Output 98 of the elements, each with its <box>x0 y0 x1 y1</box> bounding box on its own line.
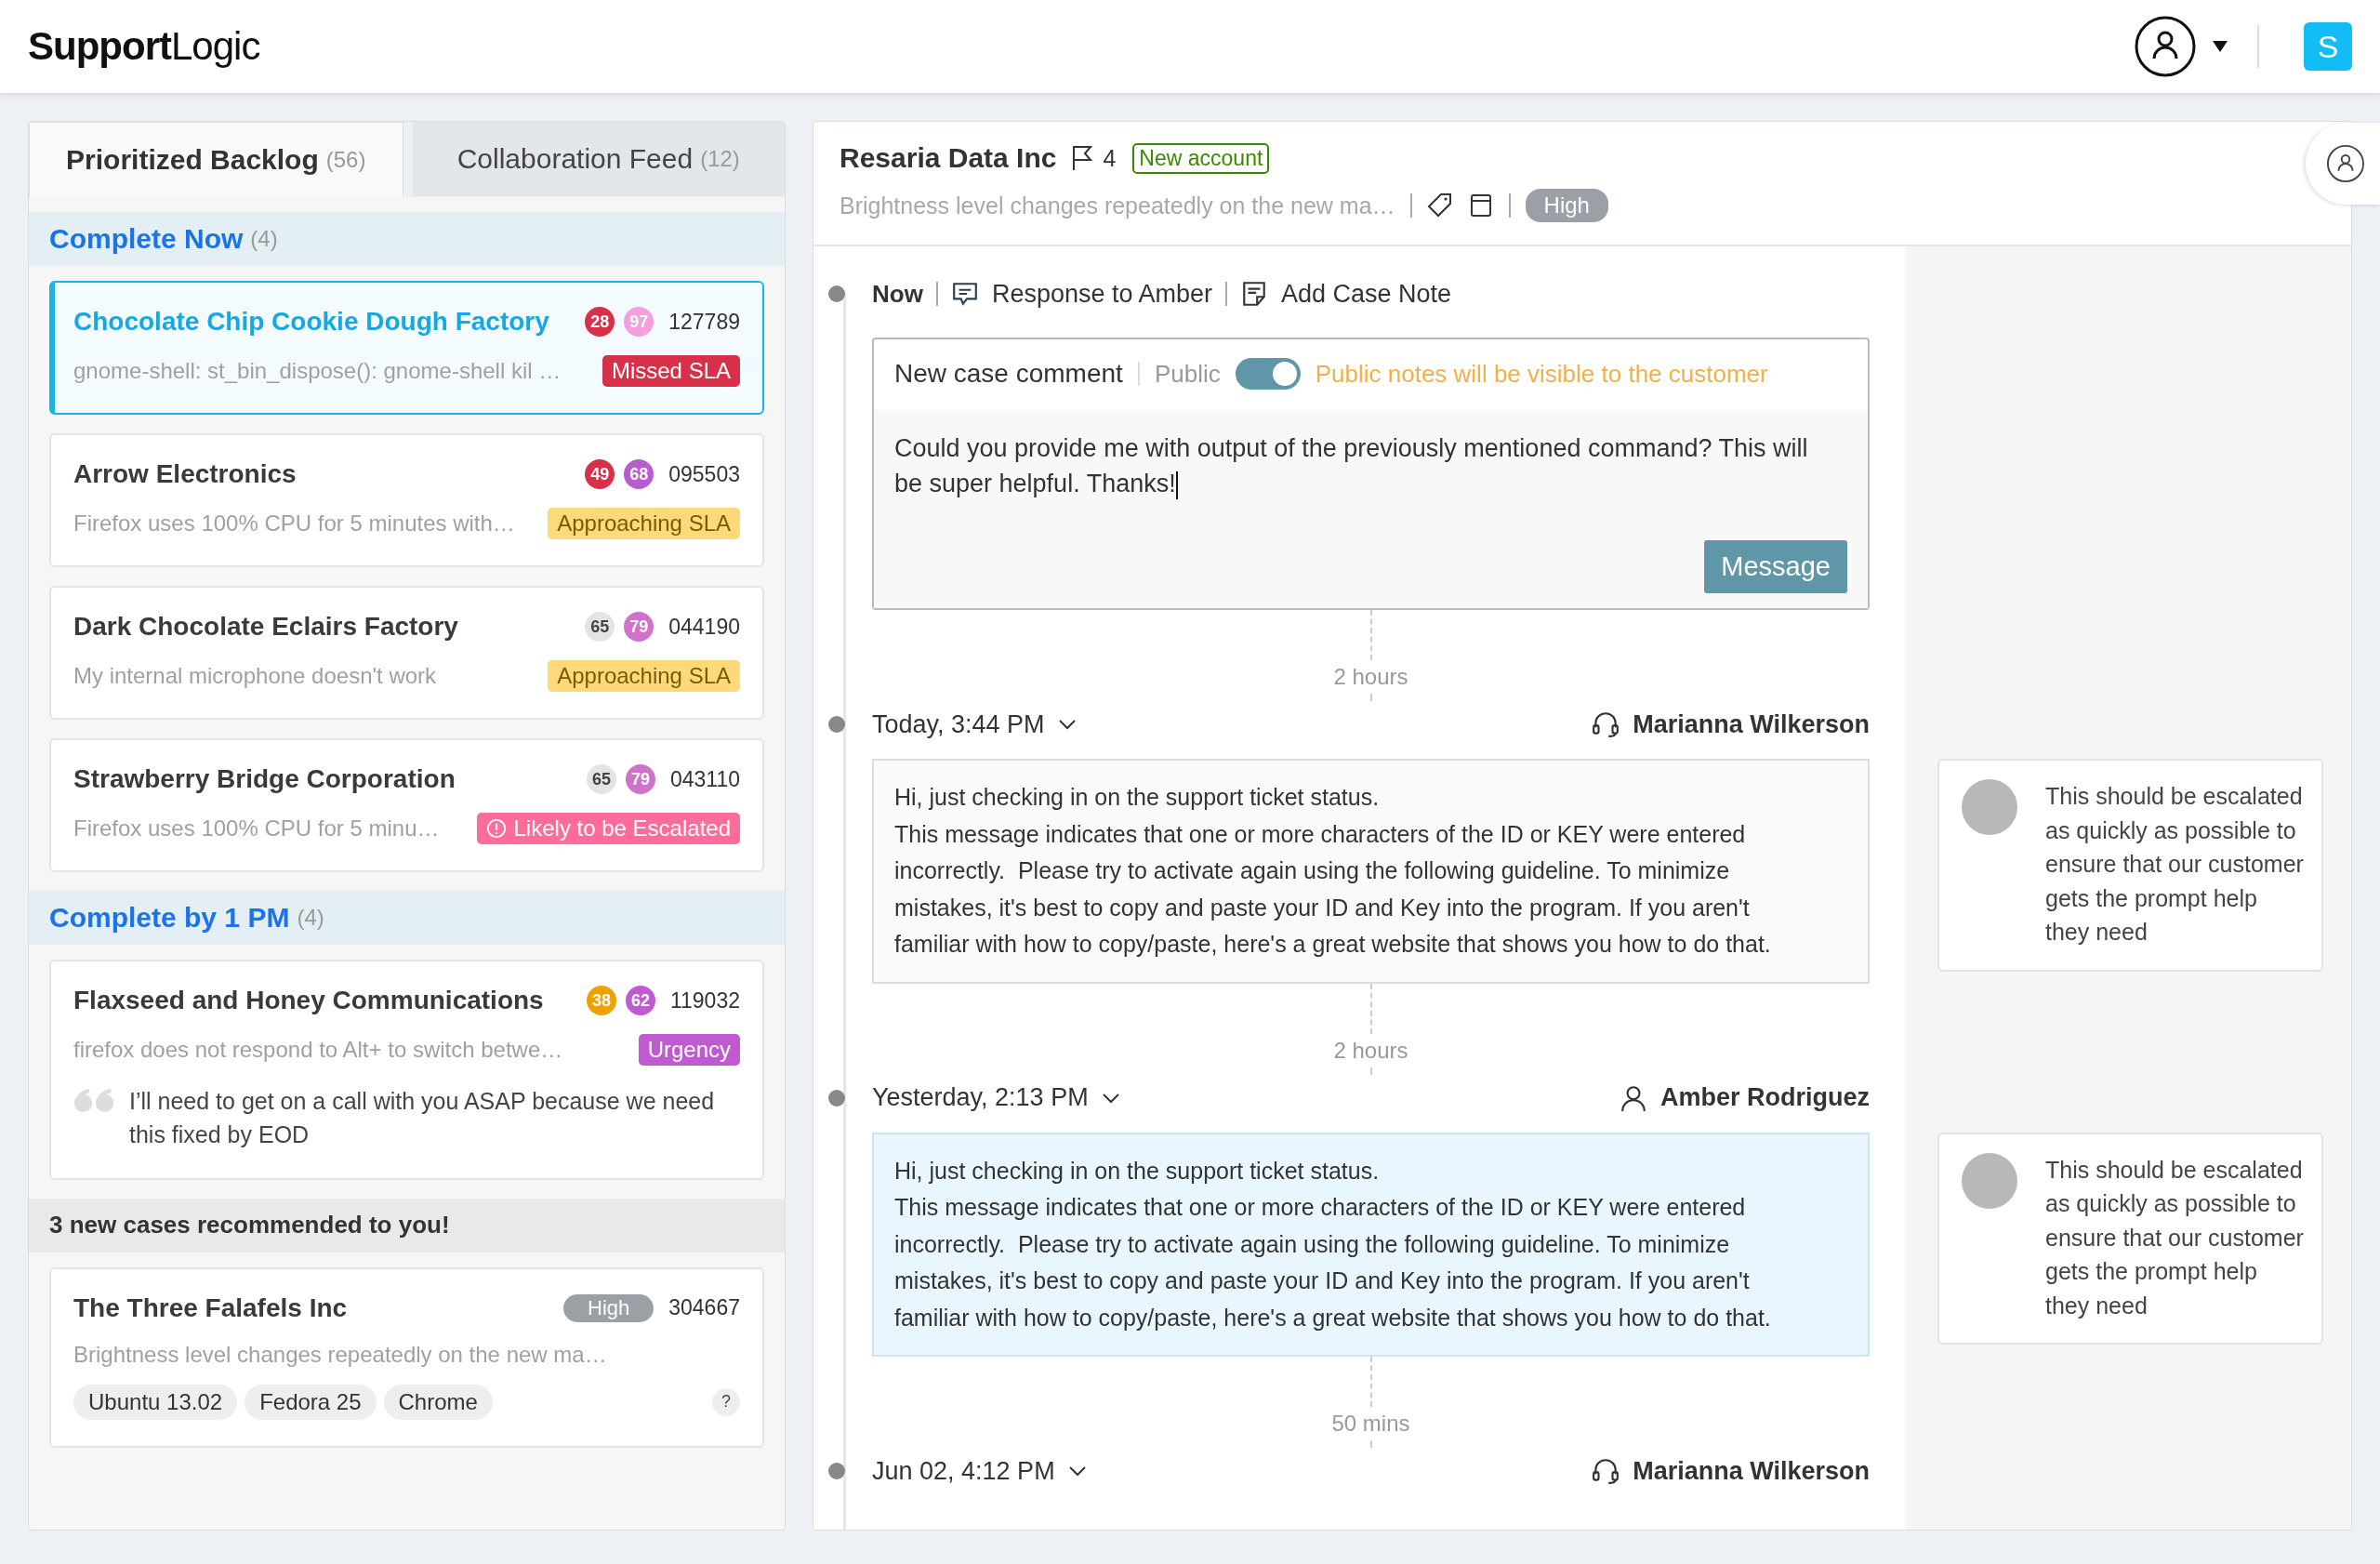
status-tag: Urgency <box>638 1034 740 1066</box>
tab[interactable]: Collaboration Feed (12) <box>412 122 785 196</box>
case-summary: Firefox uses 100% CPU for 5 minutes with… <box>73 510 515 537</box>
score-badge: 62 <box>625 986 655 1015</box>
case-title: Arrow Electronics <box>73 459 297 489</box>
case-summary: Brightness level changes repeatedly on the new ma… <box>73 1341 607 1368</box>
timeline-dot <box>828 285 845 302</box>
logo: SupportLogic <box>28 24 260 69</box>
elapsed-time: 2 hours <box>1333 1037 1408 1064</box>
message-text: This message indicates that one or more characters of the ID or KEY were entered incorrectly. Please try to activate again using the following guideline. To minimize mistakes, it's best to copy and paste your ID and Key into the program. If you aren't familiar with how to copy/paste, here's a great website that shows you how to do that. <box>894 1193 1772 1332</box>
case-number: 095503 <box>668 461 740 487</box>
timeline-dot <box>828 1463 845 1479</box>
message-text: Hi, just checking in on the support ticket status. <box>894 1156 1381 1186</box>
account-badge: New account <box>1132 142 1270 174</box>
case-card[interactable]: Flaxseed and Honey Communications 38 62 119032 firefox does not respond to Alt+ to switch betwe… Urgency I’ll need to get on a call with you ASAP because we need this fixed by EOD <box>49 960 764 1180</box>
case-card[interactable]: Arrow Electronics 49 68 095503 Firefox uses 100% CPU for 5 minutes with… Approaching SLA <box>49 433 764 567</box>
priority-pill: High <box>563 1293 654 1322</box>
author-name: Marianna Wilkerson <box>1633 709 1870 739</box>
chevron-down-icon[interactable] <box>1057 719 1077 730</box>
status-tag: Likely to be Escalated <box>476 813 740 844</box>
case-title: Dark Chocolate Eclairs Factory <box>73 612 458 642</box>
case-summary: My internal microphone doesn't work <box>73 663 437 689</box>
score-badge: 97 <box>624 307 654 337</box>
priority-pill: High <box>1525 189 1608 222</box>
tag-chip: Ubuntu 13.02 <box>73 1384 238 1420</box>
user-icon[interactable] <box>2135 16 2196 77</box>
public-toggle[interactable] <box>1235 358 1301 390</box>
chat-icon <box>950 280 979 308</box>
elapsed-time: 2 hours <box>1333 664 1408 690</box>
tag-chip: Fedora 25 <box>245 1384 377 1420</box>
case-card[interactable]: Chocolate Chip Cookie Dough Factory 28 97 127789 gnome-shell: st_bin_dispose(): gnome-shell kil … Missed SLA <box>49 281 764 415</box>
tag-chip: Chrome <box>383 1384 493 1420</box>
now-label: Now <box>872 279 923 309</box>
message-text: Hi, just checking in on the support ticket status. <box>894 783 1381 812</box>
author-name: Amber Rodriguez <box>1659 1083 1870 1112</box>
headset-icon <box>1592 710 1620 738</box>
note-text: This should be escalated as quickly as possible to ensure that our customer gets the prompt help they need <box>2045 782 2305 947</box>
entry-time[interactable]: Jun 02, 4:12 PM <box>872 1456 1055 1486</box>
tab[interactable]: Prioritized Backlog (56) <box>29 122 403 197</box>
visibility-label: Public <box>1154 359 1221 389</box>
case-summary: gnome-shell: st_bin_dispose(): gnome-shell kil … <box>73 358 562 384</box>
person-icon <box>1619 1083 1647 1112</box>
case-number: 043110 <box>669 766 740 792</box>
chevron-down-icon[interactable] <box>1067 1465 1087 1477</box>
entry-time[interactable]: Today, 3:44 PM <box>872 709 1045 739</box>
visibility-notice: Public notes will be visible to the customer <box>1315 359 1768 389</box>
case-title: Strawberry Bridge Corporation <box>73 764 456 794</box>
status-tag: Missed SLA <box>602 355 740 387</box>
case-title: Flaxseed and Honey Communications <box>73 986 544 1015</box>
note-text: This should be escalated as quickly as possible to ensure that our customer gets the prompt help they need <box>2045 1155 2305 1320</box>
case-card[interactable]: Dark Chocolate Eclairs Factory 65 79 044190 My internal microphone doesn't work Approaching SLA <box>49 586 764 720</box>
case-number: 044190 <box>668 614 740 640</box>
timeline-dot <box>828 716 845 733</box>
composer-title: New case comment <box>894 359 1123 389</box>
score-badge: 65 <box>585 612 615 642</box>
alert-icon <box>485 818 507 839</box>
user-icon <box>2326 144 2365 183</box>
customer-quote: I’ll need to get on a call with you ASAP because we need this fixed by EOD <box>129 1087 716 1150</box>
headset-icon <box>1592 1457 1620 1485</box>
case-title: The Three Falafels Inc <box>73 1292 348 1323</box>
avatar-placeholder <box>1962 779 2017 835</box>
message-text: This message indicates that one or more characters of the ID or KEY were entered incorrectly. Please try to activate again using the following guideline. To minimize mistakes, it's best to copy and paste your ID and Key into the program. If you aren't familiar with how to copy/paste, here's a great website that shows you how to do that. <box>894 819 1772 959</box>
flag-count: 4 <box>1103 144 1117 172</box>
flag-icon <box>1071 145 1094 171</box>
timeline-dot <box>828 1089 845 1107</box>
entry-time[interactable]: Yesterday, 2:13 PM <box>872 1083 1089 1112</box>
comment-field[interactable]: Could you provide me with output of the previously mentioned command? This will be super helpful. Thanks! <box>894 431 1847 540</box>
action-link[interactable]: Add Case Note <box>1240 279 1452 309</box>
case-summary: firefox does not respond to Alt+ to switch betwe… <box>73 1037 563 1063</box>
recommendation-banner: 3 new cases recommended to you! <box>29 1198 785 1253</box>
section-header[interactable]: Complete by 1 PM (4) <box>29 891 785 945</box>
tag-icon[interactable] <box>1426 192 1453 219</box>
case-number: 119032 <box>669 987 740 1014</box>
elapsed-time: 50 mins <box>1331 1411 1410 1437</box>
case-summary: Firefox uses 100% CPU for 5 minu… <box>73 815 440 842</box>
case-summary: Brightness level changes repeatedly on the new ma… <box>840 192 1395 219</box>
help-button[interactable]: ? <box>712 1387 740 1416</box>
author-name: Marianna Wilkerson <box>1633 1456 1870 1486</box>
chevron-down-icon[interactable] <box>1101 1092 1120 1104</box>
score-badge: 68 <box>624 459 654 489</box>
case-title: Chocolate Chip Cookie Dough Factory <box>73 307 549 337</box>
score-badge: 49 <box>585 459 615 489</box>
case-card[interactable]: Strawberry Bridge Corporation 65 79 043110 Firefox uses 100% CPU for 5 minu… Likely to be Escalated <box>49 738 764 872</box>
case-card[interactable]: The Three Falafels Inc High 304667 Brightness level changes repeatedly on the new ma… Ubuntu 13.02 Fedora 25 Chrome ? <box>49 1266 764 1448</box>
score-badge: 28 <box>585 307 615 337</box>
section-header[interactable]: Complete Now (4) <box>29 212 785 266</box>
case-title: Resaria Data Inc <box>840 142 1057 174</box>
quote-icon <box>73 1088 116 1113</box>
status-tag: Approaching SLA <box>548 660 740 692</box>
case-number: 127789 <box>668 309 740 335</box>
score-badge: 65 <box>586 764 616 794</box>
score-badge: 79 <box>624 612 654 642</box>
case-number: 304667 <box>668 1295 740 1320</box>
score-badge: 79 <box>625 764 655 794</box>
caret-icon[interactable] <box>2213 41 2228 52</box>
status-tag: Approaching SLA <box>548 508 740 539</box>
action-link[interactable]: Response to Amber <box>950 279 1213 309</box>
score-badge: 38 <box>586 986 616 1015</box>
